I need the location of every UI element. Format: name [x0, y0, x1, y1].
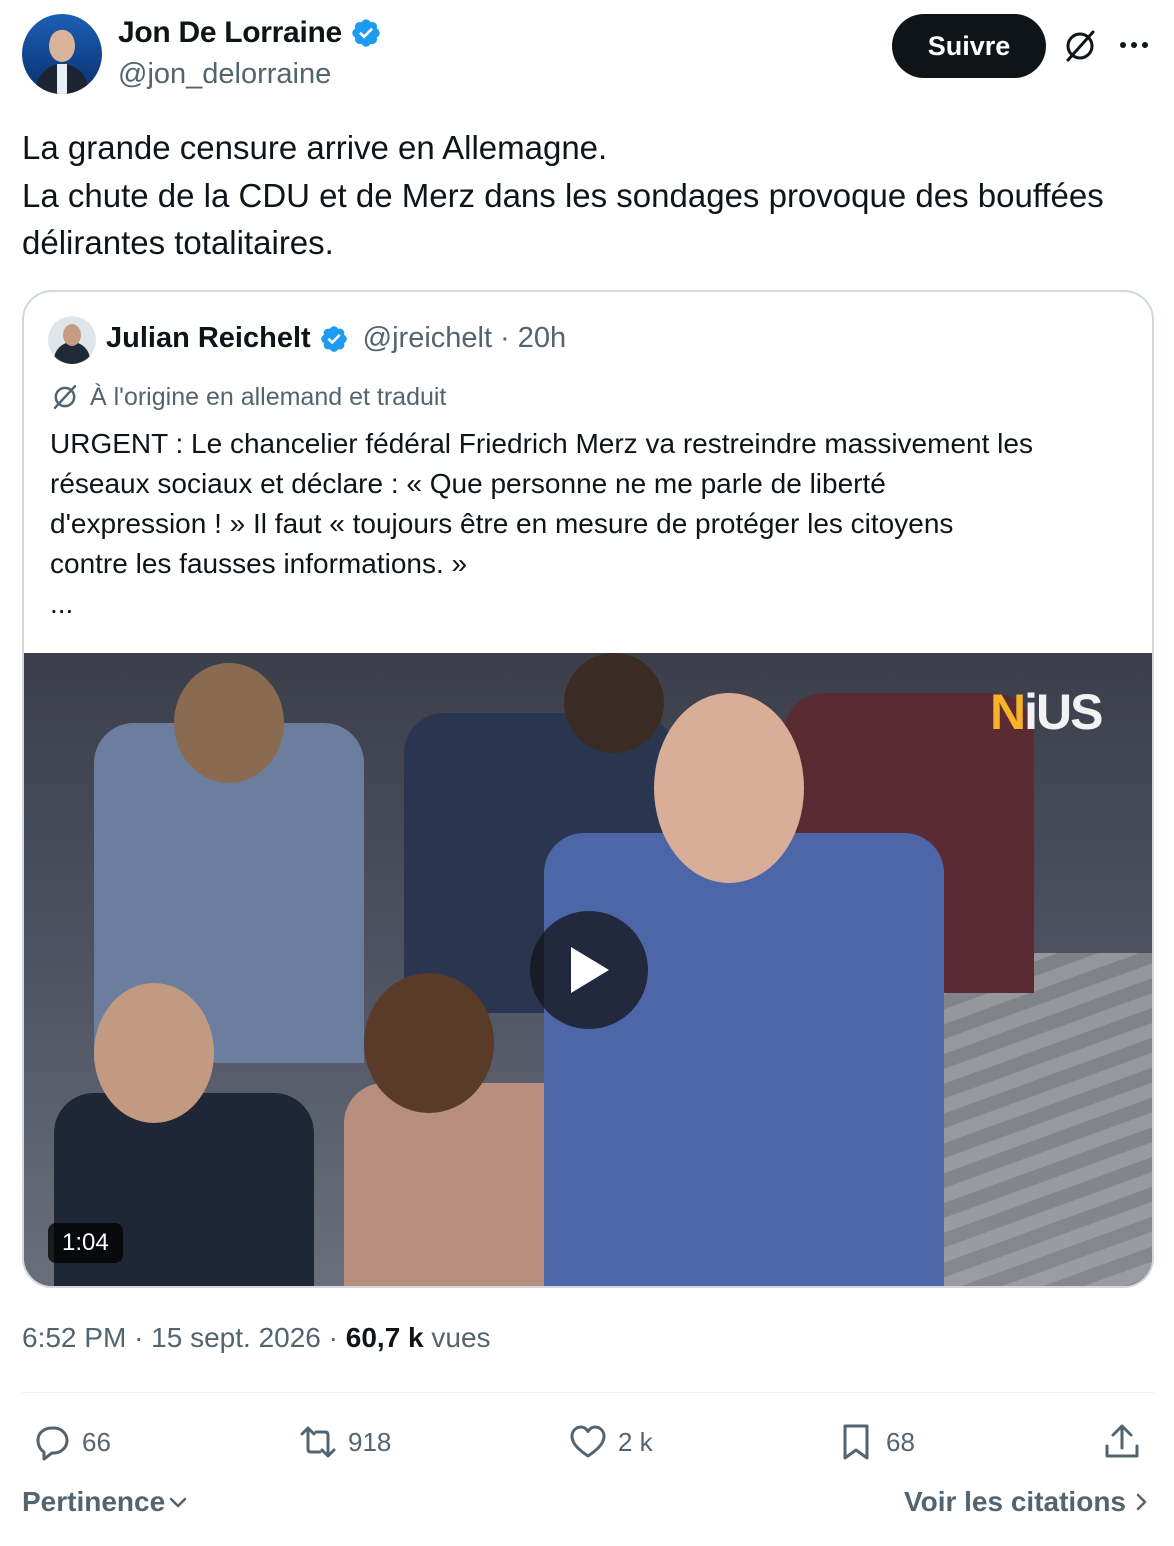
like-button[interactable]: 2 k: [568, 1422, 653, 1462]
views-count: 60,7 k: [345, 1322, 424, 1353]
reply-button[interactable]: 66: [32, 1422, 111, 1462]
view-quotes-link[interactable]: Voir les citations: [904, 1486, 1150, 1518]
tweet-date[interactable]: 15 sept. 2026: [151, 1322, 321, 1353]
separator-dot: ·: [328, 1322, 338, 1353]
nius-watermark-logo: NiUS: [990, 684, 1103, 740]
action-bar: 66 918 2 k 68: [0, 1416, 1174, 1472]
bookmark-icon: [843, 1424, 869, 1460]
repost-icon: [300, 1426, 336, 1458]
scene-head: [94, 983, 214, 1123]
quoted-author-avatar[interactable]: [48, 316, 96, 364]
divider: [22, 1392, 1154, 1393]
tweet-meta: 6:52 PM · 15 sept. 2026 · 60,7 k vues: [22, 1322, 491, 1354]
quoted-text-line: réseaux sociaux et déclare : « Que perso…: [50, 468, 886, 499]
quoted-tweet-text: URGENT : Le chancelier fédéral Friedrich…: [50, 424, 1140, 624]
tweet-text-line: La chute de la CDU et de Merz dans les s…: [22, 176, 1104, 214]
author-name-row: Jon De Lorraine: [118, 16, 382, 50]
reply-count: 66: [82, 1426, 111, 1457]
translate-icon: [53, 384, 77, 410]
quoted-timestamp[interactable]: 20h: [518, 322, 566, 355]
quoted-text-line: d'expression ! » Il faut « toujours être…: [50, 508, 954, 539]
quoted-text-line: contre les fausses informations. »: [50, 548, 468, 579]
repost-count: 918: [348, 1426, 392, 1457]
video-duration-badge: 1:04: [48, 1223, 123, 1263]
sort-label: Pertinence: [22, 1486, 166, 1517]
heart-icon: [570, 1425, 606, 1458]
chevron-down-icon: [169, 1497, 187, 1508]
share-icon: [1105, 1424, 1139, 1458]
chevron-right-icon: [1136, 1493, 1147, 1511]
author-display-name[interactable]: Jon De Lorraine: [118, 16, 342, 50]
play-icon: [571, 947, 609, 993]
avatar-head-shape: [63, 324, 81, 346]
quoted-tweet-card[interactable]: Julian Reichelt @jreichelt · 20h À l'ori…: [22, 290, 1154, 1288]
quoted-author-handle[interactable]: @jreichelt: [363, 322, 492, 355]
views-label: vues: [431, 1322, 491, 1353]
video-player[interactable]: NiUS 1:04: [24, 653, 1152, 1286]
tweet-text-line: La grande censure arrive en Allemagne.: [22, 129, 608, 166]
tweet-text-line: délirantes totalitaires.: [22, 224, 334, 261]
verified-badge-icon[interactable]: [319, 324, 349, 354]
like-count: 2 k: [618, 1426, 653, 1457]
author-handle[interactable]: @jon_delorraine: [118, 58, 331, 91]
sort-dropdown[interactable]: Pertinence: [22, 1486, 189, 1518]
tweet-detail: Jon De Lorraine @jon_delorraine Suivre L…: [0, 0, 1174, 1546]
follow-button[interactable]: Suivre: [892, 14, 1046, 78]
tweet-text: La grande censure arrive en Allemagne. L…: [22, 124, 1162, 267]
quoted-author-name[interactable]: Julian Reichelt: [106, 322, 311, 355]
tweet-time[interactable]: 6:52 PM: [22, 1322, 126, 1353]
view-quotes-label: Voir les citations: [904, 1486, 1126, 1517]
separator-dot: ·: [500, 322, 510, 354]
avatar-face-shape: [49, 30, 75, 62]
repost-button[interactable]: 918: [298, 1422, 391, 1462]
play-button[interactable]: [530, 911, 648, 1029]
scene-head: [364, 973, 494, 1113]
author-avatar[interactable]: [22, 14, 102, 94]
grok-icon[interactable]: [1062, 28, 1098, 64]
scene-head: [654, 693, 804, 883]
reply-icon: [36, 1426, 69, 1461]
separator-dot: ·: [134, 1322, 144, 1353]
verified-badge-icon[interactable]: [350, 17, 382, 49]
scene-head: [174, 663, 284, 783]
share-button[interactable]: [1102, 1422, 1142, 1462]
translation-note[interactable]: À l'origine en allemand et traduit: [50, 382, 446, 412]
quoted-author-row: Julian Reichelt @jreichelt · 20h: [106, 322, 566, 355]
scene-head: [564, 653, 664, 753]
translation-note-label: À l'origine en allemand et traduit: [90, 382, 447, 411]
more-options-icon[interactable]: [1116, 30, 1152, 60]
scene-person: [544, 833, 944, 1286]
avatar-shirt-shape: [57, 64, 67, 94]
bookmark-button[interactable]: 68: [836, 1422, 915, 1462]
bookmark-count: 68: [886, 1426, 915, 1457]
quoted-text-line: URGENT : Le chancelier fédéral Friedrich…: [50, 428, 1033, 459]
quoted-text-line: ...: [50, 588, 74, 619]
